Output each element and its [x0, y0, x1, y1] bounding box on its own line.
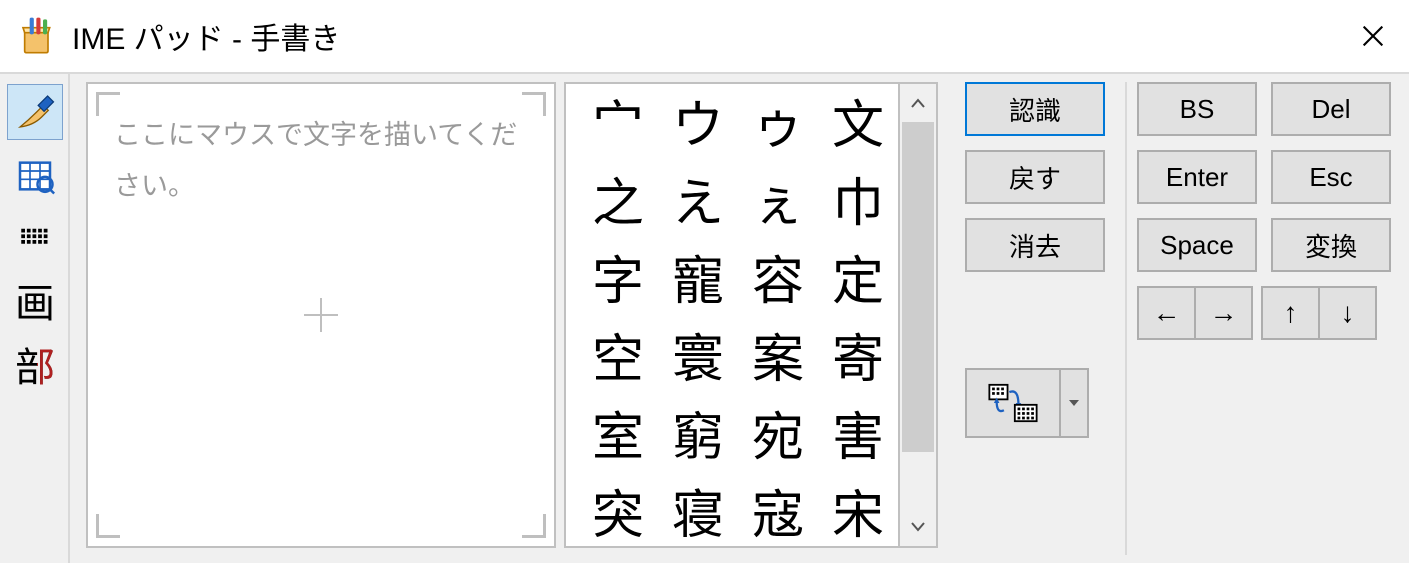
column-separator	[1125, 82, 1127, 555]
scroll-down-button[interactable]	[900, 508, 936, 546]
close-button[interactable]	[1347, 10, 1399, 62]
candidate-char[interactable]: 巾	[818, 166, 898, 244]
candidate-char[interactable]: 突	[578, 478, 658, 548]
enter-key[interactable]: Enter	[1137, 150, 1257, 204]
candidate-char[interactable]: 寵	[658, 244, 738, 322]
crosshair-icon	[304, 298, 338, 332]
clear-button[interactable]: 消去	[965, 218, 1105, 272]
radicals-icon: 部 部	[15, 348, 55, 388]
sidebar-item-radicals[interactable]: 部 部	[7, 340, 63, 396]
titlebar: IME パッド - 手書き	[0, 0, 1409, 72]
candidate-char[interactable]: 害	[818, 400, 898, 478]
layout-toggle-button[interactable]	[965, 368, 1061, 438]
left-arrow-key[interactable]: ←	[1137, 286, 1195, 340]
keyboard-icon	[15, 225, 55, 255]
convert-key[interactable]: 変換	[1271, 218, 1391, 272]
sidebar-item-strokes[interactable]: 画	[7, 276, 63, 332]
drawing-placeholder: ここにマウスで文字を描いてください。	[114, 110, 528, 213]
scroll-thumb[interactable]	[902, 122, 934, 452]
chevron-up-icon	[911, 98, 925, 108]
mode-sidebar: 画 部 部	[0, 74, 70, 563]
scroll-track[interactable]	[900, 122, 936, 508]
corner-marker	[522, 514, 546, 538]
app-icon	[14, 12, 62, 60]
main-panel: ここにマウスで文字を描いてください。 宀 ウ ゥ 文 之 え ぇ 巾 字	[70, 74, 965, 563]
chevron-down-icon	[1069, 400, 1079, 406]
down-arrow-key[interactable]: ↓	[1319, 286, 1377, 340]
candidate-char[interactable]: ぇ	[738, 166, 818, 244]
candidate-grid: 宀 ウ ゥ 文 之 え ぇ 巾 字 寵 容 定 空	[564, 82, 900, 548]
scroll-up-button[interactable]	[900, 84, 936, 122]
candidate-char[interactable]: 空	[578, 322, 658, 400]
esc-key[interactable]: Esc	[1271, 150, 1391, 204]
candidate-char[interactable]: 宋	[818, 478, 898, 548]
up-arrow-key[interactable]: ↑	[1261, 286, 1319, 340]
right-controls: 認識 戻す 消去	[965, 74, 1409, 563]
window-title: IME パッド - 手書き	[72, 14, 340, 58]
sidebar-item-charlist[interactable]	[7, 148, 63, 204]
candidate-scrollbar[interactable]	[900, 82, 938, 548]
strokes-icon: 画	[15, 284, 55, 324]
undo-button[interactable]: 戻す	[965, 150, 1105, 204]
corner-marker	[96, 514, 120, 538]
layout-toggle-dropdown[interactable]	[1061, 368, 1089, 438]
space-key[interactable]: Space	[1137, 218, 1257, 272]
candidate-char[interactable]: ゥ	[738, 88, 818, 166]
recognize-button[interactable]: 認識	[965, 82, 1105, 136]
candidate-char[interactable]: え	[658, 166, 738, 244]
chevron-down-icon	[911, 522, 925, 532]
candidate-char[interactable]: 之	[578, 166, 658, 244]
layout-toggle-icon	[985, 383, 1041, 423]
candidate-char[interactable]: 寇	[738, 478, 818, 548]
candidate-char[interactable]: 文	[818, 88, 898, 166]
sidebar-item-handwriting[interactable]	[7, 84, 63, 140]
candidate-char[interactable]: 案	[738, 322, 818, 400]
pen-icon	[15, 92, 55, 132]
candidate-char[interactable]: 宛	[738, 400, 818, 478]
close-icon	[1359, 22, 1387, 50]
candidate-char[interactable]: 窮	[658, 400, 738, 478]
candidate-char[interactable]: 容	[738, 244, 818, 322]
bs-key[interactable]: BS	[1137, 82, 1257, 136]
candidate-char[interactable]: 寰	[658, 322, 738, 400]
candidate-char[interactable]: 寄	[818, 322, 898, 400]
candidate-char[interactable]: 室	[578, 400, 658, 478]
drawing-canvas[interactable]: ここにマウスで文字を描いてください。	[86, 82, 556, 548]
candidate-char[interactable]: 定	[818, 244, 898, 322]
candidate-char[interactable]: ウ	[658, 88, 738, 166]
candidate-char[interactable]: 寝	[658, 478, 738, 548]
sidebar-item-softkeyboard[interactable]	[7, 212, 63, 268]
del-key[interactable]: Del	[1271, 82, 1391, 136]
candidate-char[interactable]: 宀	[578, 88, 658, 166]
candidate-char[interactable]: 字	[578, 244, 658, 322]
right-arrow-key[interactable]: →	[1195, 286, 1253, 340]
charlist-icon	[15, 156, 55, 196]
